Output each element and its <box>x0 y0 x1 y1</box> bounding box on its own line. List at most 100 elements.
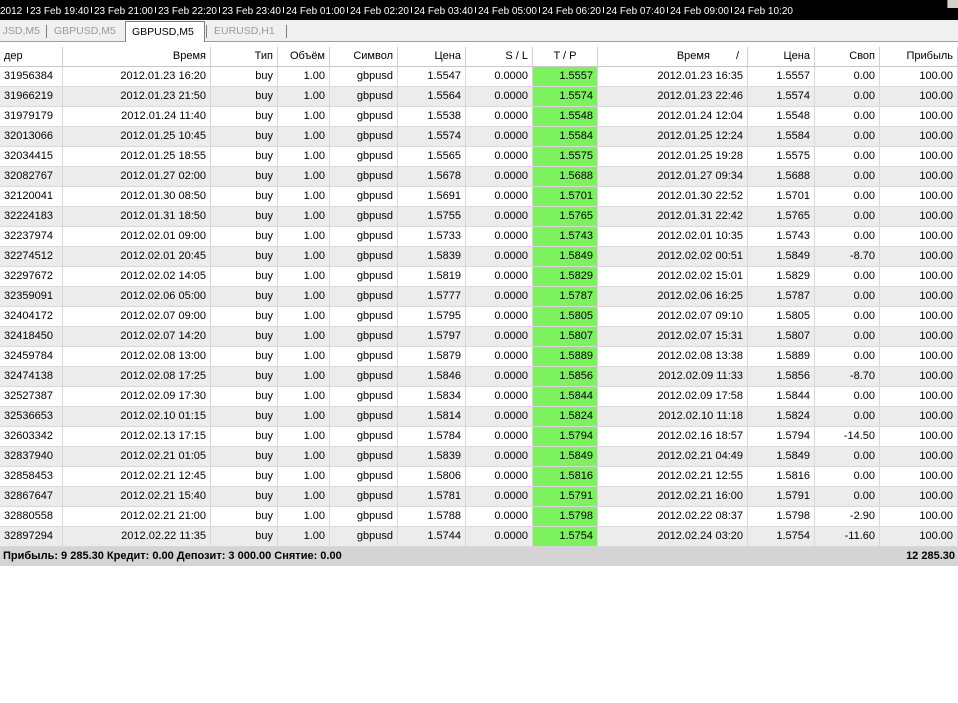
trade-history-header: дер Время Тип Объём Символ Цена S / LT / P Врем… <box>0 47 958 67</box>
cell-open-time: 2012.02.07 09:00 <box>63 307 211 326</box>
cell-close-price: 1.5829 <box>748 267 815 286</box>
scroll-corner[interactable] <box>947 0 958 8</box>
cell-symbol: gbpusd <box>330 487 398 506</box>
cell-type: buy <box>211 207 278 226</box>
table-row[interactable]: 32274512 2012.02.01 20:45 buy 1.00 gbpusd 1.5… <box>0 247 958 267</box>
cell-stop-loss: 0.0000 <box>466 307 533 326</box>
table-row[interactable]: 32034415 2012.01.25 18:55 buy 1.00 gbpusd 1.5… <box>0 147 958 167</box>
cell-close-price: 1.5844 <box>748 387 815 406</box>
cell-open-price: 1.5777 <box>398 287 466 306</box>
cell-open-price: 1.5814 <box>398 407 466 426</box>
cell-profit: 100.00 <box>880 167 958 186</box>
table-row[interactable]: 32897294 2012.02.22 11:35 buy 1.00 gbpusd 1.5… <box>0 527 958 547</box>
column-header-profit[interactable]: Прибыль <box>880 47 958 66</box>
cell-open-time: 2012.02.08 17:25 <box>63 367 211 386</box>
cell-close-time: 2012.02.16 18:57 <box>598 427 748 446</box>
cell-close-time: 2012.01.30 22:52 <box>598 187 748 206</box>
cell-close-time: 2012.02.09 11:33 <box>598 367 748 386</box>
time-axis-tick <box>539 7 540 13</box>
cell-take-profit: 1.5856 <box>533 367 598 386</box>
cell-stop-loss: 0.0000 <box>466 427 533 446</box>
chart-tab[interactable]: EURUSD,H1 <box>208 23 284 40</box>
cell-volume: 1.00 <box>278 287 330 306</box>
chart-tab[interactable]: GBPUSD,M5 <box>48 23 124 40</box>
column-header-take-profit[interactable]: T / P <box>533 47 598 66</box>
table-row[interactable]: 32013066 2012.01.25 10:45 buy 1.00 gbpusd 1.5… <box>0 127 958 147</box>
table-row[interactable]: 32880558 2012.02.21 21:00 buy 1.00 gbpusd 1.5… <box>0 507 958 527</box>
column-header-close-price[interactable]: Цена <box>748 47 815 66</box>
cell-profit: 100.00 <box>880 67 958 86</box>
cell-close-time: 2012.02.02 00:51 <box>598 247 748 266</box>
cell-open-price: 1.5678 <box>398 167 466 186</box>
cell-take-profit: 1.5844 <box>533 387 598 406</box>
cell-swap: 0.00 <box>815 287 880 306</box>
cell-open-time: 2012.02.21 12:45 <box>63 467 211 486</box>
chart-tab[interactable]: GBPUSD,M5 <box>125 21 205 42</box>
cell-take-profit: 1.5688 <box>533 167 598 186</box>
cell-close-time: 2012.02.06 16:25 <box>598 287 748 306</box>
cell-close-time: 2012.02.08 13:38 <box>598 347 748 366</box>
cell-symbol: gbpusd <box>330 87 398 106</box>
column-header-label: Время <box>676 50 710 62</box>
chart-tab[interactable]: JSD,M5 <box>0 23 46 40</box>
column-header-open-price[interactable]: Цена <box>398 47 466 66</box>
cell-volume: 1.00 <box>278 67 330 86</box>
cell-order: 31956384 <box>0 67 63 86</box>
table-row[interactable]: 31979179 2012.01.24 11:40 buy 1.00 gbpusd 1.5… <box>0 107 958 127</box>
cell-volume: 1.00 <box>278 487 330 506</box>
column-header-close-time[interactable]: Время / <box>598 47 748 66</box>
cell-stop-loss: 0.0000 <box>466 527 533 546</box>
table-row[interactable]: 32474138 2012.02.08 17:25 buy 1.00 gbpusd 1.5… <box>0 367 958 387</box>
cell-stop-loss: 0.0000 <box>466 207 533 226</box>
table-row[interactable]: 32867647 2012.02.21 15:40 buy 1.00 gbpusd 1.5… <box>0 487 958 507</box>
table-row[interactable]: 32082767 2012.01.27 02:00 buy 1.00 gbpusd 1.5… <box>0 167 958 187</box>
cell-open-price: 1.5744 <box>398 527 466 546</box>
table-row[interactable]: 32858453 2012.02.21 12:45 buy 1.00 gbpusd 1.5… <box>0 467 958 487</box>
table-row[interactable]: 31956384 2012.01.23 16:20 buy 1.00 gbpusd 1.5… <box>0 67 958 87</box>
table-row[interactable]: 32459784 2012.02.08 13:00 buy 1.00 gbpusd 1.5… <box>0 347 958 367</box>
column-header-open-time[interactable]: Время <box>63 47 211 66</box>
table-row[interactable]: 32418450 2012.02.07 14:20 buy 1.00 gbpusd 1.5… <box>0 327 958 347</box>
table-row[interactable]: 32536653 2012.02.10 01:15 buy 1.00 gbpusd 1.5… <box>0 407 958 427</box>
chart-time-axis: 2012 23 Feb 19:40 23 Feb 21:00 23 Feb 22:20… <box>0 0 958 20</box>
column-header-symbol[interactable]: Символ <box>330 47 398 66</box>
cell-close-price: 1.5856 <box>748 367 815 386</box>
cell-profit: 100.00 <box>880 307 958 326</box>
cell-symbol: gbpusd <box>330 107 398 126</box>
cell-open-time: 2012.02.13 17:15 <box>63 427 211 446</box>
cell-order: 31966219 <box>0 87 63 106</box>
table-row[interactable]: 32359091 2012.02.06 05:00 buy 1.00 gbpusd 1.5… <box>0 287 958 307</box>
table-row[interactable]: 32237974 2012.02.01 09:00 buy 1.00 gbpusd 1.5… <box>0 227 958 247</box>
cell-take-profit: 1.5548 <box>533 107 598 126</box>
cell-swap: 0.00 <box>815 227 880 246</box>
table-row[interactable]: 32527387 2012.02.09 17:30 buy 1.00 gbpusd 1.5… <box>0 387 958 407</box>
cell-profit: 100.00 <box>880 367 958 386</box>
cell-profit: 100.00 <box>880 107 958 126</box>
cell-close-price: 1.5791 <box>748 487 815 506</box>
table-row[interactable]: 32120041 2012.01.30 08:50 buy 1.00 gbpusd 1.5… <box>0 187 958 207</box>
column-header-order[interactable]: дер <box>0 47 63 66</box>
table-row[interactable]: 32603342 2012.02.13 17:15 buy 1.00 gbpusd 1.5… <box>0 427 958 447</box>
time-axis-tick <box>411 7 412 13</box>
cell-swap: 0.00 <box>815 487 880 506</box>
table-row[interactable]: 31966219 2012.01.23 21:50 buy 1.00 gbpusd 1.5… <box>0 87 958 107</box>
cell-stop-loss: 0.0000 <box>466 327 533 346</box>
cell-profit: 100.00 <box>880 427 958 446</box>
cell-close-price: 1.5701 <box>748 187 815 206</box>
table-row[interactable]: 32224183 2012.01.31 18:50 buy 1.00 gbpusd 1.5… <box>0 207 958 227</box>
table-row[interactable]: 32297672 2012.02.02 14:05 buy 1.00 gbpusd 1.5… <box>0 267 958 287</box>
column-header-volume[interactable]: Объём <box>278 47 330 66</box>
time-axis-tick <box>27 7 28 13</box>
table-row[interactable]: 32837940 2012.02.21 01:05 buy 1.00 gbpusd 1.5… <box>0 447 958 467</box>
cell-symbol: gbpusd <box>330 167 398 186</box>
cell-open-time: 2012.02.21 21:00 <box>63 507 211 526</box>
table-row[interactable]: 32404172 2012.02.07 09:00 buy 1.00 gbpusd 1.5… <box>0 307 958 327</box>
cell-swap: 0.00 <box>815 307 880 326</box>
column-header-stop-loss[interactable]: S / L <box>466 47 533 66</box>
column-header-swap[interactable]: Своп <box>815 47 880 66</box>
time-axis-label: 24 Feb 10:20 <box>734 6 793 17</box>
time-axis-label: 23 Feb 19:40 <box>30 6 89 17</box>
cell-stop-loss: 0.0000 <box>466 147 533 166</box>
cell-type: buy <box>211 127 278 146</box>
column-header-type[interactable]: Тип <box>211 47 278 66</box>
